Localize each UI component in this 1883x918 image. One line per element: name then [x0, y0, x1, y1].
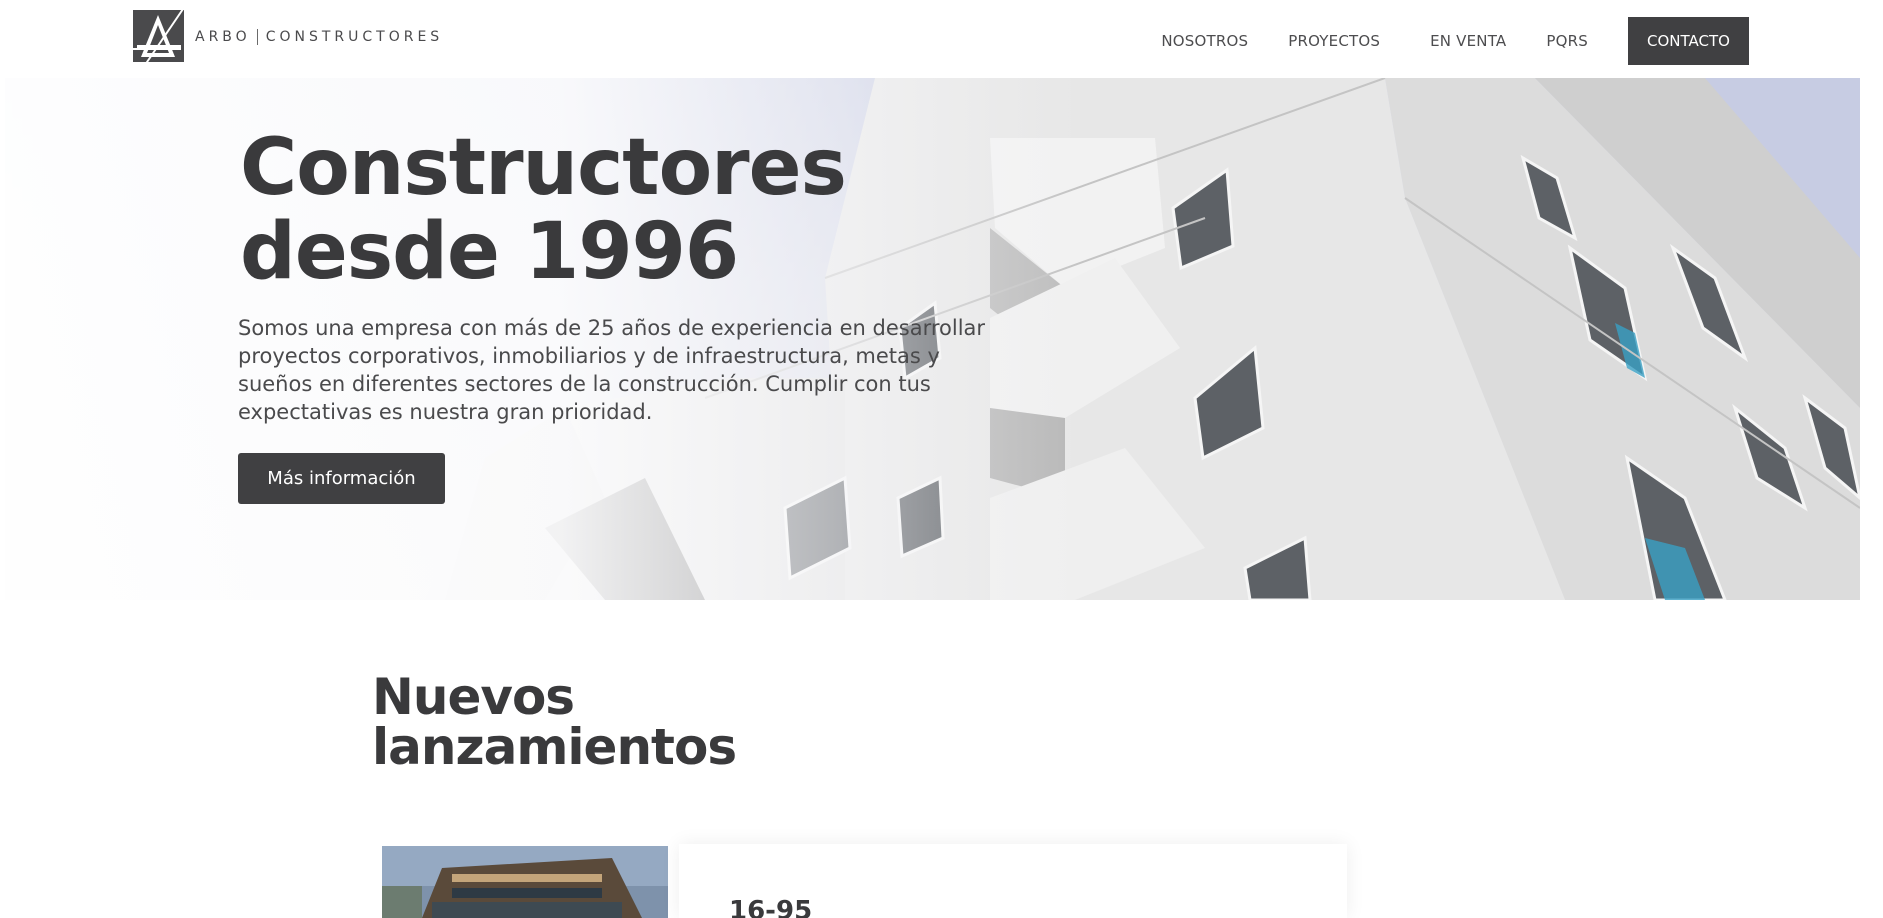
brand-logo[interactable]: ARBO CONSTRUCTORES	[131, 7, 443, 71]
triangle-a-logo-icon	[131, 8, 184, 66]
site-header: ARBO CONSTRUCTORES NOSOTROS PROYECTOS EN…	[0, 0, 1883, 78]
brand-name-right: CONSTRUCTORES	[265, 29, 444, 45]
project-card-image[interactable]	[382, 846, 668, 918]
nav-item-pqrs[interactable]: PQRS	[1546, 32, 1588, 50]
project-card[interactable]: 16-95	[679, 844, 1347, 918]
more-info-button[interactable]: Más información	[238, 453, 445, 504]
hero-title-line1: Constructores	[240, 123, 847, 213]
building-rendering-photo	[382, 846, 668, 918]
hero-title: Constructores desde 1996	[240, 126, 1040, 294]
nav-item-proyectos[interactable]: PROYECTOS	[1288, 32, 1380, 50]
brand-name-left: ARBO	[195, 29, 251, 45]
brand-divider	[256, 29, 258, 45]
main-nav: NOSOTROS PROYECTOS EN VENTA PQRS CONTACT…	[1161, 17, 1749, 65]
section-title: Nuevos lanzamientos	[372, 672, 737, 772]
brand-name: ARBO CONSTRUCTORES	[195, 29, 443, 45]
nav-item-en-venta[interactable]: EN VENTA	[1430, 32, 1506, 50]
contact-button[interactable]: CONTACTO	[1628, 17, 1749, 65]
hero-title-line2: desde 1996	[240, 207, 739, 297]
nav-item-nosotros[interactable]: NOSOTROS	[1161, 32, 1248, 50]
section-title-line2: lanzamientos	[372, 718, 737, 776]
hero-section: Constructores desde 1996 Somos una empre…	[5, 78, 1860, 600]
hero-description: Somos una empresa con más de 25 años de …	[238, 316, 986, 424]
project-card-title: 16-95	[729, 896, 813, 918]
